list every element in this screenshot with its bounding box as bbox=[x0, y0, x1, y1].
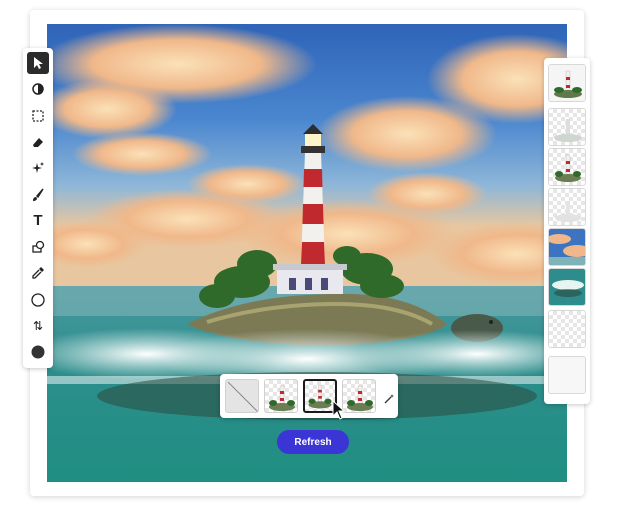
layers-panel bbox=[544, 58, 590, 404]
variations-bar bbox=[220, 374, 398, 418]
text-icon[interactable]: T bbox=[27, 210, 49, 232]
sparkle-icon[interactable] bbox=[27, 157, 49, 179]
dashed-square-icon[interactable] bbox=[27, 105, 49, 127]
layer-thumb-lighthouse-cutout[interactable] bbox=[548, 148, 586, 186]
layer-thumb-lighthouse[interactable] bbox=[548, 64, 586, 102]
layer-thumb-white[interactable] bbox=[548, 356, 586, 394]
shapes-icon[interactable] bbox=[27, 236, 49, 258]
circle-outline-icon[interactable] bbox=[27, 289, 49, 311]
tool-bar: T ⇅ bbox=[23, 48, 53, 368]
layer-thumb-empty[interactable] bbox=[548, 310, 586, 348]
layer-thumb-sky[interactable] bbox=[548, 228, 586, 266]
swap-arrows-icon[interactable]: ⇅ bbox=[27, 315, 49, 337]
arrow-pointer-icon[interactable] bbox=[27, 52, 49, 74]
variation-none[interactable] bbox=[225, 379, 259, 413]
half-circle-icon[interactable] bbox=[27, 78, 49, 100]
filled-circle-icon[interactable] bbox=[27, 342, 49, 364]
eyedropper-icon[interactable] bbox=[27, 263, 49, 285]
refresh-button[interactable]: Refresh bbox=[277, 430, 349, 454]
layer-thumb-faded-lighthouse[interactable] bbox=[548, 108, 586, 146]
brush-icon[interactable] bbox=[27, 184, 49, 206]
layer-thumb-ocean[interactable] bbox=[548, 268, 586, 306]
variation-3[interactable] bbox=[342, 379, 376, 413]
eraser-icon[interactable] bbox=[27, 131, 49, 153]
layer-thumb-ghost[interactable] bbox=[548, 188, 586, 226]
mouse-cursor-icon bbox=[332, 400, 346, 420]
magic-wand-icon[interactable] bbox=[383, 393, 395, 405]
variation-1[interactable] bbox=[264, 379, 298, 413]
